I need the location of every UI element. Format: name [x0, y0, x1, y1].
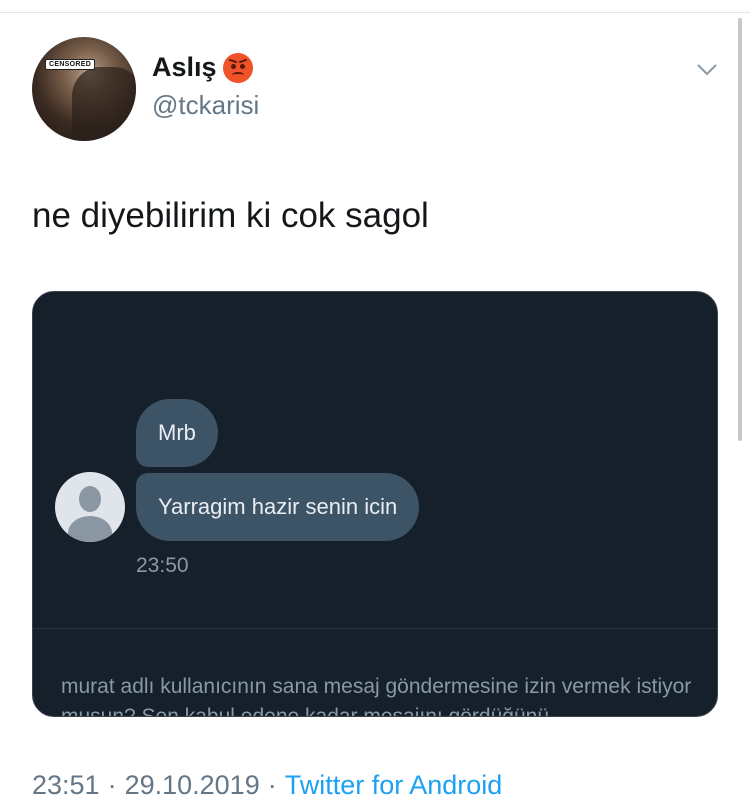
avatar-photo-shade — [72, 67, 136, 141]
tweet-date: 29.10.2019 — [124, 770, 260, 800]
tweet-source-link[interactable]: Twitter for Android — [285, 770, 503, 801]
top-divider — [0, 12, 750, 13]
dm-sender-avatar — [55, 472, 125, 542]
angry-face-emoji-icon — [222, 52, 253, 83]
tweet-text: ne diyebilirim ki cok sagol — [32, 196, 429, 235]
chevron-down-icon[interactable] — [695, 58, 719, 82]
dm-request-text: murat adlı kullanıcının sana mesaj gönde… — [61, 675, 692, 717]
scrollbar[interactable] — [738, 18, 742, 441]
tweet-meta: 23:51 · 29.10.2019 · Twitter for Android — [32, 770, 502, 801]
meta-separator: · — [267, 770, 277, 800]
tweet-media-image[interactable]: Mrb Yarragim hazir senin icin 23:50 mura… — [32, 291, 718, 717]
profile-avatar[interactable]: CENSORED — [32, 37, 136, 141]
dm-message-bubble: Mrb — [136, 399, 218, 467]
meta-separator: · — [107, 770, 117, 800]
tweet-time: 23:51 — [32, 770, 100, 800]
dm-divider — [33, 628, 717, 629]
display-name-text: Aslış — [152, 52, 217, 82]
dm-timestamp: 23:50 — [136, 554, 189, 577]
display-name[interactable]: Aslış — [152, 52, 253, 83]
user-handle[interactable]: @tckarisi — [152, 90, 259, 121]
censored-badge: CENSORED — [45, 59, 96, 70]
dm-message-bubble: Yarragim hazir senin icin — [136, 473, 420, 541]
